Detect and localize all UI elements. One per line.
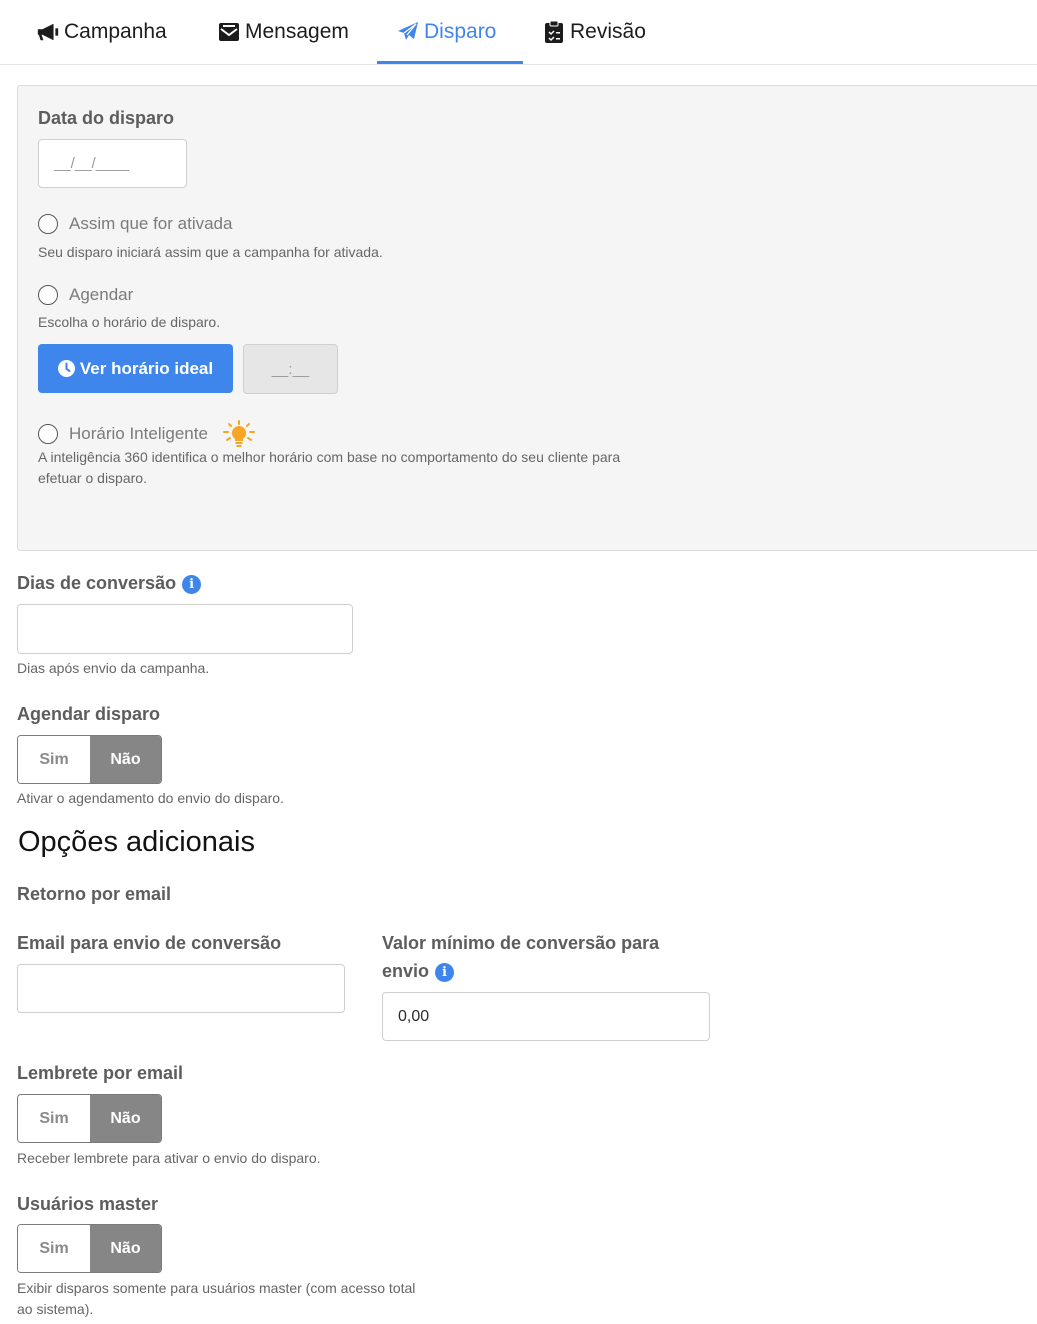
min-value-label-2: envio i xyxy=(382,961,455,982)
master-users-help-1: Exibir disparos somente para usuários ma… xyxy=(17,1280,416,1296)
radio-label: Horário Inteligente xyxy=(69,424,208,443)
radio-button[interactable] xyxy=(38,424,58,444)
megaphone-icon xyxy=(36,20,60,44)
schedule-dispatch-label: Agendar disparo xyxy=(17,704,161,724)
ideal-time-button[interactable]: Ver horário ideal xyxy=(38,344,233,393)
toggle-no[interactable]: Não xyxy=(90,1095,161,1142)
option-schedule-help: Escolha o horário de disparo. xyxy=(38,314,221,330)
min-value-label-text: envio xyxy=(382,961,430,981)
conversion-days-input[interactable] xyxy=(17,604,353,654)
email-reminder-toggle[interactable]: Sim Não xyxy=(17,1094,162,1143)
schedule-dispatch-help: Ativar o agendamento do envio do disparo… xyxy=(17,790,284,806)
envelope-icon xyxy=(217,20,241,44)
active-tab-indicator xyxy=(377,61,523,64)
tab-disparo[interactable]: Disparo xyxy=(396,0,496,64)
conversion-email-label: Email para envio de conversão xyxy=(17,933,282,953)
dispatch-date-input[interactable]: __/__/____ xyxy=(38,139,187,188)
tab-revisao[interactable]: Revisão xyxy=(542,0,646,64)
toggle-no[interactable]: Não xyxy=(90,736,161,783)
option-smart-help-1: A inteligência 360 identifica o melhor h… xyxy=(38,449,621,465)
conversion-days-help: Dias após envio da campanha. xyxy=(17,660,210,676)
radio-option-smart[interactable]: Horário Inteligente xyxy=(38,420,256,448)
tab-label: Mensagem xyxy=(245,20,349,43)
toggle-yes[interactable]: Sim xyxy=(18,1095,90,1142)
toggle-yes[interactable]: Sim xyxy=(18,1225,90,1272)
option-now-help: Seu disparo iniciará assim que a campanh… xyxy=(38,244,383,260)
info-icon[interactable]: i xyxy=(182,575,202,594)
tab-label: Disparo xyxy=(424,20,497,43)
radio-button[interactable] xyxy=(38,214,58,234)
ideal-time-label: Ver horário ideal xyxy=(79,358,214,378)
additional-options-title: Opções adicionais xyxy=(18,826,255,858)
master-users-toggle[interactable]: Sim Não xyxy=(17,1224,162,1273)
tab-bar: Campanha Mensagem Disparo Revisão xyxy=(0,0,1037,65)
toggle-no[interactable]: Não xyxy=(90,1225,161,1272)
master-users-help-2: ao sistema). xyxy=(17,1301,94,1317)
dispatch-date-label: Data do disparo xyxy=(38,108,175,128)
radio-label: Agendar xyxy=(69,285,134,304)
info-icon[interactable]: i xyxy=(435,963,455,982)
conversion-days-label: Dias de conversão i xyxy=(17,573,202,594)
radio-label: Assim que for ativada xyxy=(69,214,233,233)
radio-button[interactable] xyxy=(38,285,58,305)
radio-option-now[interactable]: Assim que for ativada xyxy=(38,214,232,234)
conversion-email-input[interactable] xyxy=(17,964,345,1013)
tab-campanha[interactable]: Campanha xyxy=(36,0,167,64)
time-input[interactable]: __:__ xyxy=(243,344,338,394)
toggle-yes[interactable]: Sim xyxy=(18,736,90,783)
radio-option-schedule[interactable]: Agendar xyxy=(38,285,133,305)
conversion-days-text: Dias de conversão xyxy=(17,573,177,593)
tab-label: Revisão xyxy=(570,20,646,43)
master-users-label: Usuários master xyxy=(17,1194,159,1214)
min-value-input[interactable]: 0,00 xyxy=(382,992,710,1041)
clipboard-check-icon xyxy=(542,20,566,44)
lightbulb-icon xyxy=(222,420,256,448)
option-smart-help-2: efetuar o disparo. xyxy=(38,470,147,486)
email-reminder-label: Lembrete por email xyxy=(17,1063,184,1083)
clock-icon xyxy=(57,360,75,377)
tab-label: Campanha xyxy=(64,20,167,43)
email-reminder-help: Receber lembrete para ativar o envio do … xyxy=(17,1150,321,1166)
tab-mensagem[interactable]: Mensagem xyxy=(217,0,349,64)
min-value-label-1: Valor mínimo de conversão para xyxy=(382,933,660,953)
paper-plane-icon xyxy=(396,20,420,44)
schedule-dispatch-toggle[interactable]: Sim Não xyxy=(17,735,162,784)
email-return-label: Retorno por email xyxy=(17,884,172,904)
